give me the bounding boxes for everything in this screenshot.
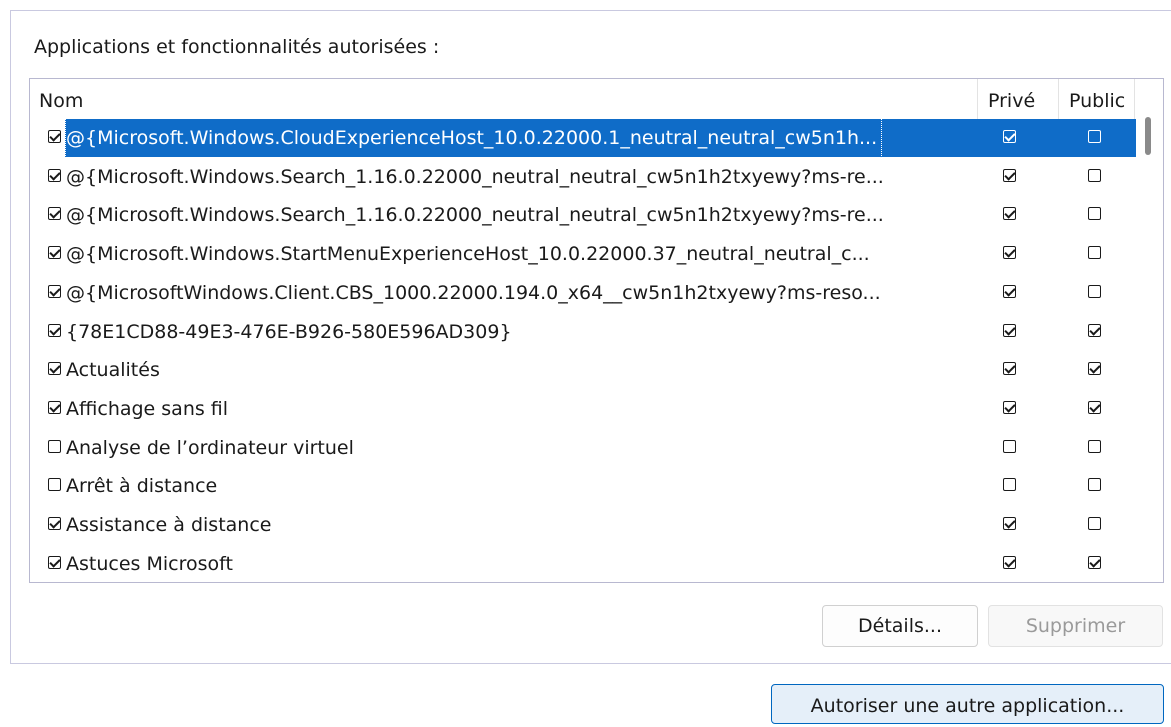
table-row[interactable]: Arrêt à distance [32, 467, 1136, 505]
public-checkbox[interactable] [1088, 130, 1101, 143]
allowed-apps-list[interactable]: Nom Privé Public @{Microsoft.Windows.Clo… [29, 78, 1164, 583]
enable-checkbox[interactable] [48, 323, 61, 337]
app-name: @{Microsoft.Windows.StartMenuExperienceH… [66, 243, 870, 266]
enable-checkbox[interactable] [48, 517, 61, 530]
table-row[interactable]: Actualités [32, 351, 1136, 389]
scrollbar-thumb[interactable] [1145, 117, 1151, 155]
app-name: Affichage sans fil [66, 397, 229, 420]
public-checkbox[interactable] [1088, 400, 1101, 414]
allowed-apps-label: Applications et fonctionnalités autorisé… [34, 36, 440, 58]
prive-checkbox[interactable] [1003, 246, 1016, 260]
delete-button[interactable]: Supprimer [988, 605, 1163, 647]
public-checkbox[interactable] [1088, 517, 1101, 530]
app-name: {78E1CD88-49E3-476E-B926-580E596AD309} [66, 320, 512, 343]
column-separator[interactable] [977, 79, 978, 119]
details-button[interactable]: Détails... [822, 605, 978, 647]
table-row[interactable]: @{Microsoft.Windows.CloudExperienceHost_… [32, 118, 1136, 158]
public-checkbox[interactable] [1088, 362, 1101, 376]
enable-checkbox[interactable] [48, 168, 61, 182]
app-name: @{Microsoft.Windows.CloudExperienceHost_… [64, 118, 883, 158]
prive-checkbox[interactable] [1003, 323, 1016, 337]
app-name: Analyse de l’ordinateur virtuel [66, 436, 354, 459]
allow-another-app-button[interactable]: Autoriser une autre application... [771, 684, 1164, 724]
app-name: @{MicrosoftWindows.Client.CBS_1000.22000… [66, 281, 881, 304]
column-header-name[interactable]: Nom [39, 79, 83, 118]
column-separator[interactable] [1058, 79, 1059, 119]
table-row[interactable]: {78E1CD88-49E3-476E-B926-580E596AD309} [32, 313, 1136, 351]
prive-checkbox[interactable] [1003, 478, 1016, 492]
table-row[interactable]: Analyse de l’ordinateur virtuel [32, 429, 1136, 467]
column-header-public[interactable]: Public [1069, 79, 1125, 118]
prive-checkbox[interactable] [1003, 168, 1016, 182]
prive-checkbox[interactable] [1003, 362, 1016, 376]
app-name: @{Microsoft.Windows.Search_1.16.0.22000_… [66, 204, 884, 227]
enable-checkbox[interactable] [48, 284, 61, 298]
prive-checkbox[interactable] [1003, 517, 1016, 530]
public-checkbox[interactable] [1088, 555, 1101, 569]
table-row[interactable]: @{Microsoft.Windows.Search_1.16.0.22000_… [32, 158, 1136, 196]
prive-checkbox[interactable] [1003, 284, 1016, 298]
prive-checkbox[interactable] [1003, 555, 1016, 569]
app-name: Actualités [66, 359, 160, 382]
table-row[interactable]: Astuces Microsoft [32, 545, 1136, 582]
enable-checkbox[interactable] [48, 246, 61, 260]
table-row[interactable]: @{Microsoft.Windows.StartMenuExperienceH… [32, 235, 1136, 273]
public-checkbox[interactable] [1088, 168, 1101, 182]
prive-checkbox[interactable] [1003, 130, 1016, 143]
enable-checkbox[interactable] [48, 400, 61, 414]
public-checkbox[interactable] [1088, 323, 1101, 337]
public-checkbox[interactable] [1088, 478, 1101, 492]
public-checkbox[interactable] [1088, 246, 1101, 260]
table-row[interactable]: @{MicrosoftWindows.Client.CBS_1000.22000… [32, 274, 1136, 312]
enable-checkbox[interactable] [48, 478, 61, 492]
prive-checkbox[interactable] [1003, 439, 1016, 453]
enable-checkbox[interactable] [48, 555, 61, 569]
table-row[interactable]: @{Microsoft.Windows.Search_1.16.0.22000_… [32, 196, 1136, 234]
prive-checkbox[interactable] [1003, 207, 1016, 221]
vertical-scrollbar[interactable] [1133, 79, 1159, 582]
enable-checkbox[interactable] [48, 362, 61, 376]
enable-checkbox[interactable] [48, 207, 61, 221]
table-row[interactable]: Assistance à distance [32, 506, 1136, 544]
prive-checkbox[interactable] [1003, 400, 1016, 414]
column-header-prive[interactable]: Privé [988, 79, 1035, 118]
app-name: Astuces Microsoft [66, 552, 233, 575]
public-checkbox[interactable] [1088, 207, 1101, 221]
app-name: Assistance à distance [66, 514, 272, 536]
public-checkbox[interactable] [1088, 439, 1101, 453]
list-header: Nom Privé Public [30, 79, 1135, 119]
public-checkbox[interactable] [1088, 284, 1101, 298]
enable-checkbox[interactable] [48, 130, 61, 143]
app-name: @{Microsoft.Windows.Search_1.16.0.22000_… [66, 165, 884, 188]
table-row[interactable]: Affichage sans fil [32, 390, 1136, 428]
app-name: Arrêt à distance [66, 475, 218, 498]
enable-checkbox[interactable] [48, 439, 61, 453]
